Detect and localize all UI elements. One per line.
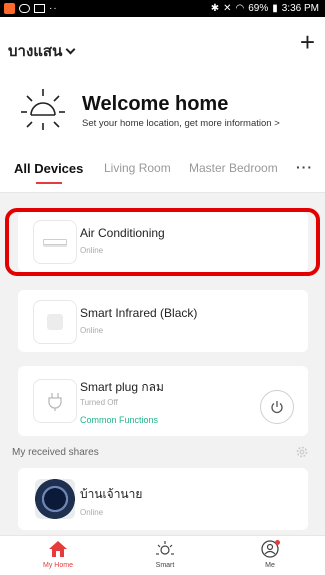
app-notification-icon <box>4 3 15 14</box>
nav-my-home[interactable]: My Home <box>28 540 88 569</box>
room-tabs: All Devices Living Room Master Bedroom ·… <box>0 147 325 193</box>
common-functions-link[interactable]: Common Functions <box>80 415 158 425</box>
shared-device-name: บ้านเจ้านาย <box>80 487 143 501</box>
sun-icon <box>156 541 174 555</box>
shares-title: My received shares <box>12 447 99 458</box>
chevron-down-icon <box>65 44 76 54</box>
nav-label: My Home <box>43 562 73 569</box>
tab-master-bedroom[interactable]: Master Bedroom <box>189 161 278 175</box>
add-device-button[interactable]: + <box>300 29 315 55</box>
shared-device-image <box>33 477 77 521</box>
bottom-navigation: My Home Smart Me <box>0 535 325 575</box>
top-bar: บางแสน + <box>0 17 325 77</box>
nav-label: Smart <box>155 562 175 569</box>
wifi-icon: ◠ <box>235 3 245 14</box>
gear-icon[interactable] <box>295 445 309 459</box>
device-name: Smart Infrared (Black) <box>80 306 198 320</box>
battery-percent: 69% <box>248 3 269 14</box>
device-status: Online <box>80 326 104 335</box>
plug-icon <box>33 379 77 423</box>
notification-dot <box>275 540 280 545</box>
nav-me[interactable]: Me <box>240 540 300 569</box>
more-notifications-icon: ·· <box>49 3 58 14</box>
infrared-remote-icon <box>33 300 77 344</box>
home-selector[interactable]: บางแสน <box>8 39 76 63</box>
clock: 3:36 PM <box>281 3 319 14</box>
image-icon <box>34 4 45 13</box>
nav-smart[interactable]: Smart <box>135 540 195 569</box>
status-bar: ·· ✱ ✕ ◠ 69% ▮ 3:36 PM <box>0 0 325 17</box>
shared-device-card[interactable]: บ้านเจ้านาย Online <box>18 468 308 530</box>
power-icon <box>271 401 283 414</box>
notification-icons: ·· <box>4 3 58 14</box>
system-icons: ✱ ✕ ◠ 69% ▮ 3:36 PM <box>211 3 319 14</box>
sun-icon <box>21 89 65 130</box>
tab-living-room[interactable]: Living Room <box>104 161 171 175</box>
bluetooth-icon: ✱ <box>210 3 220 14</box>
home-icon <box>49 541 67 557</box>
device-name: Smart plug กลม <box>80 380 164 394</box>
active-tab-indicator <box>36 182 62 184</box>
battery-icon: ▮ <box>272 3 278 14</box>
shared-device-status: Online <box>80 508 104 517</box>
tab-all-devices[interactable]: All Devices <box>14 161 83 176</box>
device-card-smart-plug[interactable]: Smart plug กลม Turned Off Common Functio… <box>18 366 308 436</box>
message-icon <box>19 4 30 13</box>
welcome-banner[interactable]: Welcome home Set your home location, get… <box>0 77 325 147</box>
device-status: Turned Off <box>80 398 118 407</box>
shares-section-header: My received shares <box>0 441 325 465</box>
home-name: บางแสน <box>8 43 63 60</box>
highlight-box <box>5 208 320 276</box>
device-card-smart-infrared[interactable]: Smart Infrared (Black) Online <box>18 290 308 352</box>
nav-label: Me <box>265 562 275 569</box>
mute-icon: ✕ <box>223 3 232 14</box>
welcome-subtitle[interactable]: Set your home location, get more informa… <box>82 118 280 129</box>
more-tabs-button[interactable]: ··· <box>296 159 313 175</box>
welcome-title: Welcome home <box>82 93 229 115</box>
power-button[interactable] <box>260 390 294 424</box>
